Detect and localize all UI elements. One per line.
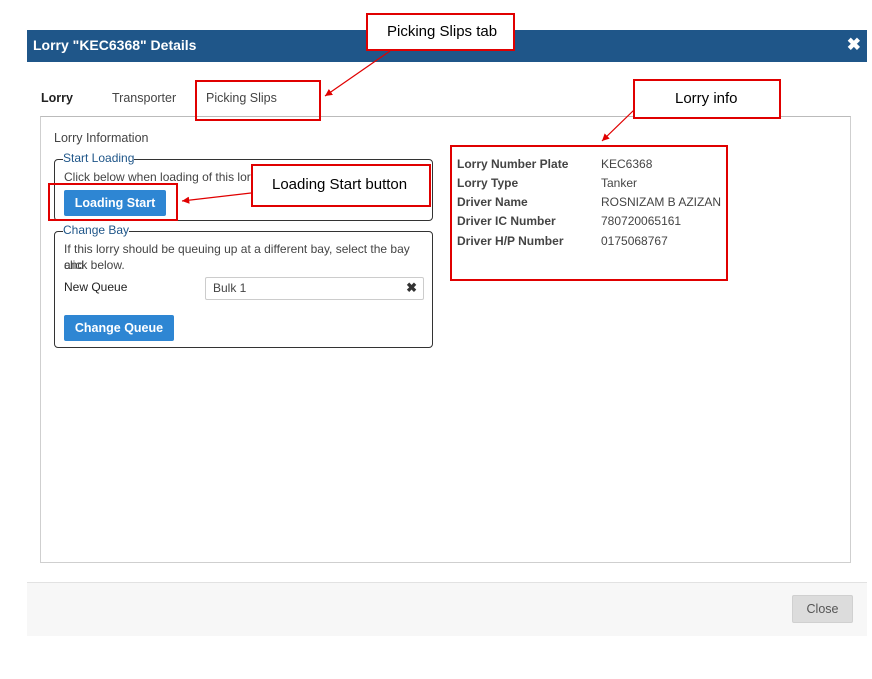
picking-slips-tab-callout: Picking Slips tab	[366, 13, 515, 51]
callout-label: Loading Start button	[272, 176, 408, 193]
new-queue-label: New Queue	[64, 280, 128, 294]
tab-lorry[interactable]: Lorry	[41, 88, 73, 118]
change-bay-group: Change Bay If this lorry should be queui…	[54, 223, 433, 348]
new-queue-value: Bulk 1	[213, 281, 247, 295]
callout-label: Picking Slips tab	[387, 23, 498, 40]
tab-transporter[interactable]: Transporter	[112, 88, 176, 116]
lorry-info-highlight	[450, 145, 728, 281]
callout-label: Lorry info	[675, 90, 738, 107]
loading-start-button-callout: Loading Start button	[251, 164, 431, 207]
dialog-title: Lorry "KEC6368" Details	[33, 37, 197, 53]
dialog-footer: Close	[27, 582, 867, 636]
lorry-information-heading: Lorry Information	[54, 131, 149, 145]
close-icon[interactable]: ✖	[847, 35, 861, 55]
loading-start-button-highlight	[48, 183, 178, 221]
lorry-info-callout: Lorry info	[633, 79, 781, 119]
close-button[interactable]: Close	[792, 595, 853, 623]
change-bay-legend: Change Bay	[63, 223, 130, 237]
change-bay-instruction-line2: click below.	[64, 258, 125, 272]
start-loading-legend: Start Loading	[63, 151, 135, 165]
lorry-details-dialog: Lorry "KEC6368" Details ✖ Lorry Transpor…	[27, 30, 867, 636]
picking-slips-tab-highlight	[195, 80, 321, 121]
new-queue-select[interactable]: Bulk 1 ✖	[205, 277, 424, 300]
change-queue-button[interactable]: Change Queue	[64, 315, 174, 341]
clear-icon[interactable]: ✖	[406, 280, 417, 296]
